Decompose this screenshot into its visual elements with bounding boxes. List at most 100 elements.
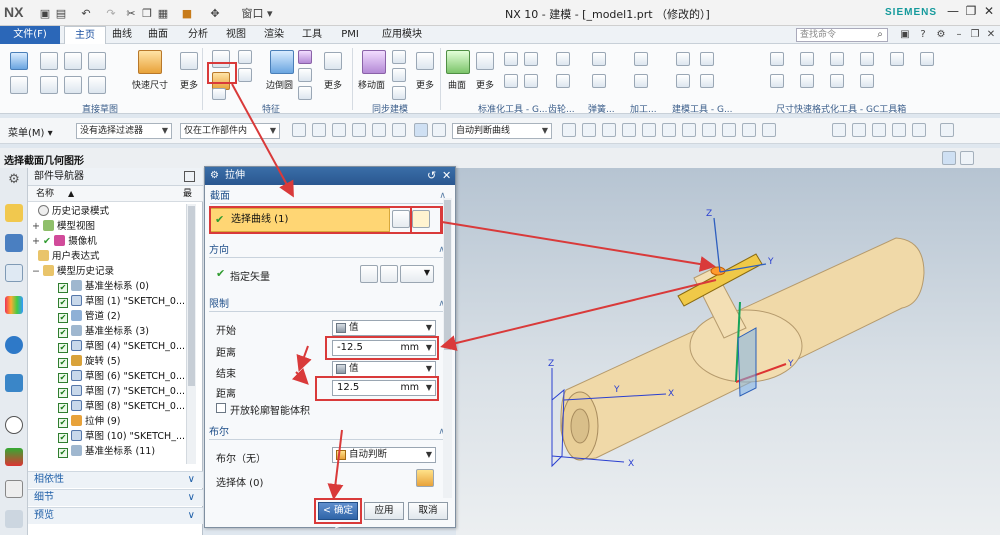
section-dependencies[interactable]: 相依性 ∨ [28,471,203,488]
tab-curve[interactable]: 曲线 [108,26,136,44]
tree-item[interactable]: ✔ 草图 (7) "SKETCH_0... [58,384,185,399]
tree-item[interactable]: ✔ 草图 (10) "SKETCH_... [58,429,185,444]
help-icon[interactable]: ? [916,28,930,42]
tree-item[interactable]: ✔ 管道 (2) [58,309,120,324]
tree-item[interactable]: + ✔ 摄像机 [32,234,97,249]
dimension-format-icon[interactable] [860,52,874,66]
section-preview[interactable]: 预览 ∨ [28,507,203,524]
curve-rule-select[interactable]: 自动判断曲线 ▼ [452,123,552,139]
view-icon[interactable] [892,123,906,137]
tube-bore[interactable] [570,408,590,444]
tab-tools[interactable]: 工具 [298,26,326,44]
tab-home[interactable]: 主页 [64,26,106,44]
more-sketch-label[interactable]: 更多 [180,78,198,91]
tree-item[interactable]: ✔ 草图 (6) "SKETCH_0... [58,369,185,384]
close-icon[interactable]: ✕ [442,167,451,185]
menu-button[interactable]: 菜单(M) ▾ [8,124,53,139]
profile-icon[interactable] [40,52,58,70]
extrude-quick-icon[interactable]: ■ [180,5,194,21]
curve-option-icon[interactable] [642,123,656,137]
finish-sketch-icon[interactable] [10,76,28,94]
gc-standard-icon[interactable] [504,52,518,66]
checkbox[interactable]: ✔ [58,313,68,323]
snap-point-icon[interactable] [292,123,306,137]
dialog-scrollbar[interactable] [443,198,452,498]
tab-view[interactable]: 视图 [222,26,250,44]
collapse-icon[interactable]: − [32,266,43,277]
checkbox[interactable]: ✔ [58,283,68,293]
curve-option-icon[interactable] [622,123,636,137]
more-sketch-icon[interactable] [180,52,198,70]
settings-icon[interactable]: ⚙ [934,28,948,42]
section-details[interactable]: 细节 ∨ [28,489,203,506]
open-profile-checkbox[interactable] [216,403,226,413]
tree-item[interactable]: ✔ 草图 (8) "SKETCH_0... [58,399,185,414]
gc-standard-icon[interactable] [524,52,538,66]
part-navigator-icon[interactable] [5,264,23,282]
modeling-tool-icon[interactable] [676,74,690,88]
gear-tool-icon[interactable] [556,74,570,88]
paste-icon[interactable]: ▦ [156,5,170,21]
line-icon[interactable] [88,52,106,70]
tree-item[interactable]: ✔ 基准坐标系 (3) [58,324,149,339]
section-header[interactable]: 布尔 ∧ [209,425,447,440]
surface-label[interactable]: 曲面 [448,78,466,91]
offset-region-icon[interactable] [392,68,406,82]
scroll-thumb[interactable] [188,206,195,386]
restore-button[interactable]: ❐ [962,4,980,20]
curve-option-icon[interactable] [742,123,756,137]
tab-analysis[interactable]: 分析 [184,26,212,44]
more-sync-icon[interactable] [416,52,434,70]
snap-point-icon[interactable] [332,123,346,137]
quick-dimension-icon[interactable] [138,50,162,74]
restore-doc-button[interactable]: ❐ [968,28,982,42]
dimension-format-icon[interactable] [890,52,904,66]
minimize-button[interactable]: — [944,4,962,20]
checkbox[interactable]: ✔ [58,373,68,383]
more-surface-icon[interactable] [476,52,494,70]
unite-icon[interactable] [238,50,252,64]
checkbox[interactable]: ✔ [58,328,68,338]
gear-tool-icon[interactable] [556,52,570,66]
dimension-format-icon[interactable] [770,52,784,66]
gear-icon[interactable]: ⚙ [5,172,23,190]
sketch-icon[interactable] [10,52,28,70]
view-icon[interactable] [832,123,846,137]
circle-icon[interactable] [64,76,82,94]
edge-blend-label[interactable]: 边倒圆 [266,78,293,91]
tree-item[interactable]: ✔ 草图 (4) "SKETCH_0... [58,339,185,354]
section-header[interactable]: 截面 ∧ [210,189,448,204]
curve-option-icon[interactable] [602,123,616,137]
selection-scope-select[interactable]: 仅在工作部件内 ▼ [180,123,280,139]
roles-icon[interactable]: ▣ [898,28,912,42]
type-filter-select[interactable]: 没有选择过滤器 ▼ [76,123,172,139]
roles-icon[interactable] [5,510,23,528]
column-latest[interactable]: 最 [183,186,192,202]
section-header[interactable]: 限制 ∧ [209,297,447,312]
curve-option-icon[interactable] [722,123,736,137]
tree-item[interactable]: 用户表达式 [38,249,100,264]
hd3d-icon[interactable] [5,336,23,354]
replace-face-icon[interactable] [392,86,406,100]
save-all-icon[interactable]: ▤ [54,5,68,21]
search-icon[interactable]: ⌕ [873,28,887,42]
expand-icon[interactable]: + [32,236,43,247]
file-tab[interactable]: 文件(F) [0,26,60,44]
sort-ascending-icon[interactable]: ▲ [68,186,74,202]
draft-icon[interactable] [298,86,312,100]
show-selection-icon[interactable] [414,123,428,137]
dimension-format-icon[interactable] [800,52,814,66]
view-icon[interactable] [852,123,866,137]
spring-tool-icon[interactable] [592,52,606,66]
surface-icon[interactable] [446,50,470,74]
curve-option-icon[interactable] [562,123,576,137]
expand-icon[interactable]: + [32,221,43,232]
curve-option-icon[interactable] [762,123,776,137]
move-face-icon[interactable] [362,50,386,74]
cancel-button[interactable]: 取消 [408,502,448,520]
curve-option-icon[interactable] [682,123,696,137]
history-icon[interactable] [5,416,23,434]
move-face-label[interactable]: 移动面 [358,78,385,91]
close-doc-button[interactable]: ✕ [984,28,998,42]
pull-face-icon[interactable] [392,50,406,64]
